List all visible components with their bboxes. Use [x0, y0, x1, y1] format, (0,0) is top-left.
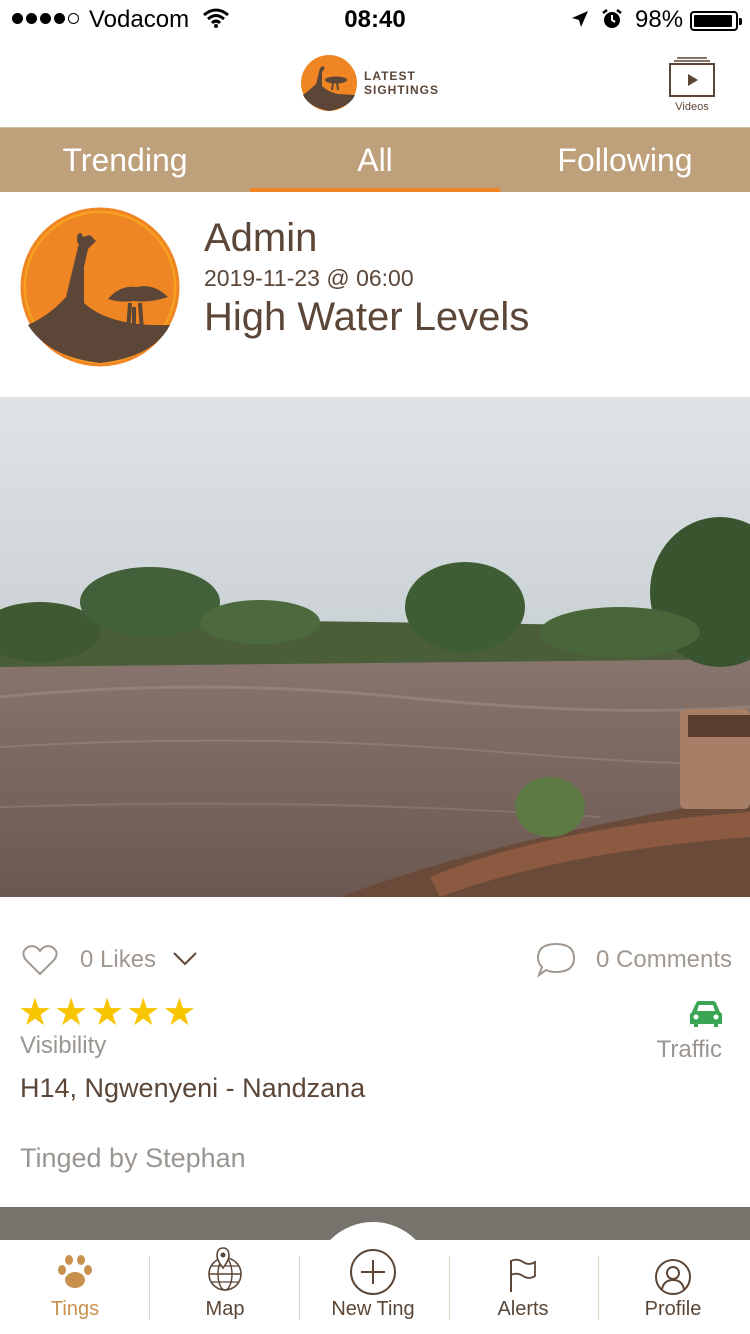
nav-label: Tings — [50, 1298, 100, 1320]
nav-alerts[interactable]: Alerts — [448, 1240, 598, 1334]
battery-percent: 98% — [635, 6, 684, 33]
heart-icon[interactable] — [22, 944, 58, 976]
post-author[interactable]: Admin — [204, 216, 317, 261]
nav-map[interactable]: Map — [150, 1240, 300, 1334]
user-circle-icon — [655, 1259, 691, 1295]
tab-following[interactable]: Following — [500, 128, 750, 192]
video-play-icon — [669, 57, 715, 97]
car-icon — [690, 1001, 722, 1027]
feed-tabs: Trending All Following — [0, 128, 750, 192]
tab-trending[interactable]: Trending — [0, 128, 250, 192]
flag-icon — [510, 1258, 536, 1292]
battery-icon — [690, 11, 742, 31]
post-date: 2019-11-23 @ 06:00 — [204, 265, 414, 291]
alarm-icon — [602, 9, 622, 28]
author-avatar[interactable] — [20, 207, 180, 367]
latest-sightings-logo-icon[interactable] — [300, 54, 358, 112]
post-location: H14, Ngwenyeni - Nandzana — [20, 1073, 366, 1103]
nav-tings[interactable]: Tings — [0, 1240, 150, 1334]
logo-line-2: SIGHTINGS — [364, 83, 440, 97]
paw-icon — [58, 1255, 92, 1288]
logo-text: LATEST SIGHTINGS — [364, 69, 439, 97]
nav-label: Map — [205, 1298, 245, 1320]
post-photo[interactable] — [0, 397, 750, 897]
logo-line-1: LATEST — [364, 69, 416, 83]
nav-label: Alerts — [497, 1298, 549, 1320]
nav-profile[interactable]: Profile — [598, 1240, 748, 1334]
tab-all[interactable]: All — [250, 128, 500, 192]
category-label: Traffic — [656, 1036, 722, 1063]
status-bar: Vodacom 08:40 98% — [0, 0, 750, 40]
chevron-down-icon[interactable] — [172, 950, 198, 968]
visibility-rating: ★ ★ ★ ★ ★ — [18, 992, 197, 1034]
star-icon: ★ — [54, 992, 89, 1034]
app-header: LATEST SIGHTINGS Videos — [0, 40, 750, 128]
comments-count[interactable]: 0 Comments — [596, 946, 732, 974]
post-title: High Water Levels — [204, 295, 530, 339]
rating-label: Visibility — [20, 1032, 107, 1059]
videos-button[interactable]: Videos — [664, 56, 720, 114]
location-arrow-icon — [572, 11, 588, 27]
star-icon: ★ — [18, 992, 53, 1034]
star-icon: ★ — [90, 992, 125, 1034]
globe-pin-icon — [208, 1247, 242, 1291]
nav-label: New Ting — [331, 1298, 415, 1320]
plus-circle-icon — [350, 1249, 396, 1295]
videos-label: Videos — [675, 101, 709, 113]
star-icon: ★ — [126, 992, 161, 1034]
likes-count[interactable]: 0 Likes — [80, 946, 156, 974]
tinged-by: Tinged by Stephan — [20, 1143, 246, 1173]
comment-bubble-icon[interactable] — [536, 942, 576, 978]
nav-new-ting[interactable]: New Ting — [298, 1240, 448, 1334]
star-icon: ★ — [162, 992, 197, 1034]
nav-label: Profile — [644, 1298, 702, 1320]
